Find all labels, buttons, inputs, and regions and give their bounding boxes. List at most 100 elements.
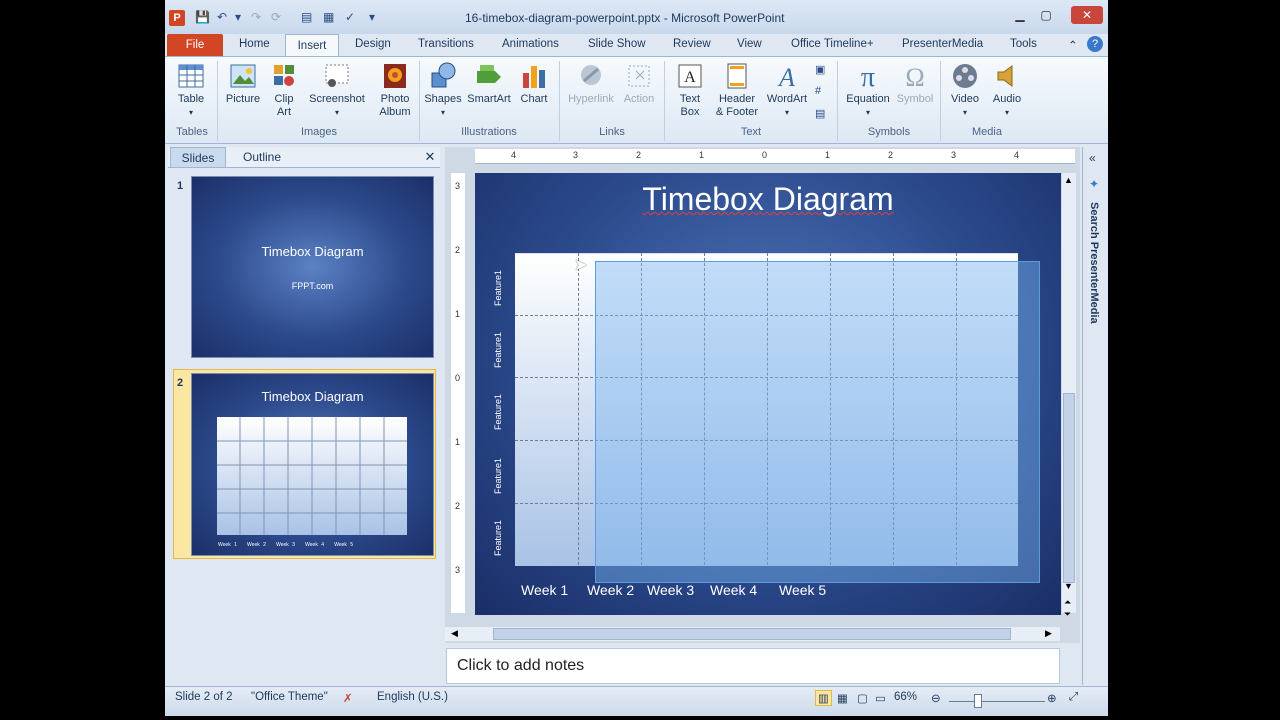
tab-slides[interactable]: Slides bbox=[170, 147, 226, 167]
language-indicator[interactable]: English (U.S.) bbox=[377, 691, 448, 703]
fit-to-window-icon[interactable]: ⤢ bbox=[1069, 691, 1078, 704]
tab-insert[interactable]: Insert bbox=[285, 34, 339, 57]
feature-label: Feature1 bbox=[493, 457, 503, 495]
photo-album-button[interactable]: Photo Album bbox=[369, 61, 421, 119]
clip-art-button[interactable]: Clip Art bbox=[267, 61, 301, 119]
maximize-button[interactable]: ▢ bbox=[1033, 6, 1059, 24]
save-icon[interactable]: 💾 bbox=[195, 10, 210, 24]
slide-title[interactable]: Timebox Diagram bbox=[475, 181, 1061, 218]
video-button[interactable]: Video ▾ bbox=[945, 61, 985, 119]
horizontal-ruler[interactable]: 4 3 2 1 0 1 2 3 4 bbox=[475, 149, 1075, 164]
header-footer-button[interactable]: Header & Footer bbox=[713, 61, 761, 119]
close-window-button[interactable]: ✕ bbox=[1071, 6, 1103, 24]
symbol-label: Symbol bbox=[896, 93, 934, 105]
undo-dropdown-icon[interactable]: ▾ bbox=[235, 10, 241, 24]
video-label: Video bbox=[951, 93, 979, 105]
zoom-level[interactable]: 66% bbox=[894, 691, 917, 703]
zoom-slider[interactable] bbox=[949, 701, 1045, 702]
shapes-button[interactable]: Shapes ▾ bbox=[423, 61, 463, 119]
picture-button[interactable]: Picture bbox=[221, 61, 265, 106]
text-box-button[interactable]: A Text Box bbox=[668, 61, 712, 119]
print-preview-icon[interactable]: ▦ bbox=[323, 10, 334, 24]
reading-view-icon[interactable]: ▢ bbox=[857, 691, 868, 705]
powerpoint-app-icon[interactable]: P bbox=[169, 10, 185, 26]
chart-button[interactable]: Chart bbox=[515, 61, 553, 106]
vertical-ruler[interactable]: 3 2 1 0 1 2 3 bbox=[451, 173, 465, 613]
tab-slide-show[interactable]: Slide Show bbox=[588, 38, 646, 50]
wordart-button[interactable]: A WordArt ▾ bbox=[763, 61, 811, 119]
repeat-icon[interactable]: ⟳ bbox=[271, 10, 281, 24]
audio-button[interactable]: Audio ▾ bbox=[987, 61, 1027, 119]
wordart-icon: A bbox=[777, 63, 795, 91]
slide-sorter-icon[interactable]: ▦ bbox=[837, 691, 848, 705]
tab-file[interactable]: File bbox=[167, 34, 223, 56]
tab-office-timeline[interactable]: Office Timeline+ bbox=[791, 38, 874, 50]
photo-album-label: Photo Album bbox=[379, 93, 411, 118]
undo-icon[interactable]: ↶ bbox=[217, 10, 227, 24]
equation-button[interactable]: π Equation ▾ bbox=[841, 61, 895, 119]
new-slide-icon[interactable]: ▤ bbox=[301, 10, 312, 24]
minimize-ribbon-icon[interactable]: ⌃ bbox=[1068, 38, 1078, 52]
minimize-button[interactable]: ▁ bbox=[1007, 6, 1033, 24]
scroll-thumb[interactable] bbox=[493, 628, 1011, 640]
zoom-in-icon[interactable]: ⊕ bbox=[1047, 691, 1057, 705]
previous-slide-icon[interactable]: ⏶ bbox=[1064, 597, 1071, 608]
tab-tools[interactable]: Tools bbox=[1010, 38, 1037, 50]
scroll-thumb[interactable] bbox=[1063, 393, 1075, 583]
vertical-scrollbar[interactable]: ▲ ▼ ⏶ ⏷ bbox=[1062, 173, 1076, 619]
symbol-button[interactable]: Ω Symbol bbox=[895, 61, 935, 106]
screenshot-button[interactable]: Screenshot ▾ bbox=[305, 61, 369, 119]
date-time-icon[interactable]: ▣ bbox=[815, 63, 825, 76]
smartart-button[interactable]: SmartArt bbox=[465, 61, 513, 106]
table-button[interactable]: Table ▾ bbox=[169, 61, 213, 119]
clip-art-label: Clip Art bbox=[274, 93, 294, 118]
tab-transitions[interactable]: Transitions bbox=[418, 38, 474, 50]
theme-indicator[interactable]: "Office Theme" bbox=[251, 691, 328, 703]
tab-outline[interactable]: Outline bbox=[230, 147, 294, 167]
collapse-pane-icon[interactable]: « bbox=[1089, 151, 1096, 165]
zoom-slider-thumb[interactable] bbox=[974, 694, 982, 708]
action-label: Action bbox=[623, 93, 655, 105]
help-icon[interactable]: ? bbox=[1087, 36, 1103, 52]
slide-number: 1 bbox=[177, 180, 184, 192]
thumbnail-title: Timebox Diagram bbox=[261, 244, 364, 259]
horizontal-scrollbar[interactable]: ◀ ▶ bbox=[445, 627, 1060, 641]
dragged-shape-preview[interactable] bbox=[595, 261, 1040, 583]
tab-animations[interactable]: Animations bbox=[502, 38, 559, 50]
customize-qat-icon[interactable]: ▾ bbox=[369, 10, 375, 24]
feature-label: Feature1 bbox=[493, 393, 503, 431]
normal-view-icon[interactable]: ▥ bbox=[815, 690, 832, 706]
spelling-check-icon[interactable]: ✗ bbox=[343, 691, 353, 705]
tab-presentermedia[interactable]: PresenterMedia bbox=[902, 38, 983, 50]
chart-label: Chart bbox=[520, 93, 548, 105]
tab-review[interactable]: Review bbox=[673, 38, 711, 50]
tab-home[interactable]: Home bbox=[239, 38, 270, 50]
slide-number-icon[interactable]: # bbox=[815, 85, 821, 97]
scroll-right-icon[interactable]: ▶ bbox=[1045, 628, 1052, 639]
close-panel-icon[interactable]: ✕ bbox=[423, 147, 437, 167]
hyperlink-button[interactable]: Hyperlink bbox=[563, 61, 619, 106]
search-presentermedia-label[interactable]: Search PresenterMedia bbox=[1088, 202, 1100, 324]
slide-show-icon[interactable]: ▭ bbox=[875, 691, 886, 705]
thumb-week: Week 5 bbox=[334, 542, 354, 548]
object-icon[interactable]: ▤ bbox=[815, 107, 825, 120]
slide-thumbnail-1[interactable]: Timebox Diagram FPPT.com bbox=[191, 176, 434, 358]
spelling-icon[interactable]: ✓ bbox=[345, 10, 355, 24]
notes-placeholder: Click to add notes bbox=[457, 657, 585, 674]
slide-editor: 4 3 2 1 0 1 2 3 4 3 2 1 0 1 2 3 Timebox … bbox=[445, 147, 1080, 643]
action-button[interactable]: Action bbox=[619, 61, 659, 106]
header-footer-icon bbox=[727, 63, 747, 89]
slide-thumbnail-2[interactable]: Timebox Diagram Week 1 Week 2 Week 3 Wee… bbox=[191, 373, 434, 556]
hyperlink-label: Hyperlink bbox=[568, 93, 614, 105]
scroll-down-icon[interactable]: ▼ bbox=[1064, 581, 1073, 591]
tab-design[interactable]: Design bbox=[355, 38, 391, 50]
scroll-left-icon[interactable]: ◀ bbox=[451, 628, 458, 639]
zoom-out-icon[interactable]: ⊖ bbox=[931, 691, 941, 705]
slide-title-text: Timebox Diagram bbox=[642, 181, 894, 217]
tab-view[interactable]: View bbox=[737, 38, 762, 50]
next-slide-icon[interactable]: ⏷ bbox=[1064, 609, 1071, 620]
redo-icon[interactable]: ↷ bbox=[251, 10, 261, 24]
notes-pane[interactable]: Click to add notes bbox=[446, 648, 1060, 684]
scroll-up-icon[interactable]: ▲ bbox=[1064, 175, 1073, 185]
slide-canvas[interactable]: Timebox Diagram ➤ Feature1 Feature1 Feat… bbox=[475, 173, 1061, 615]
